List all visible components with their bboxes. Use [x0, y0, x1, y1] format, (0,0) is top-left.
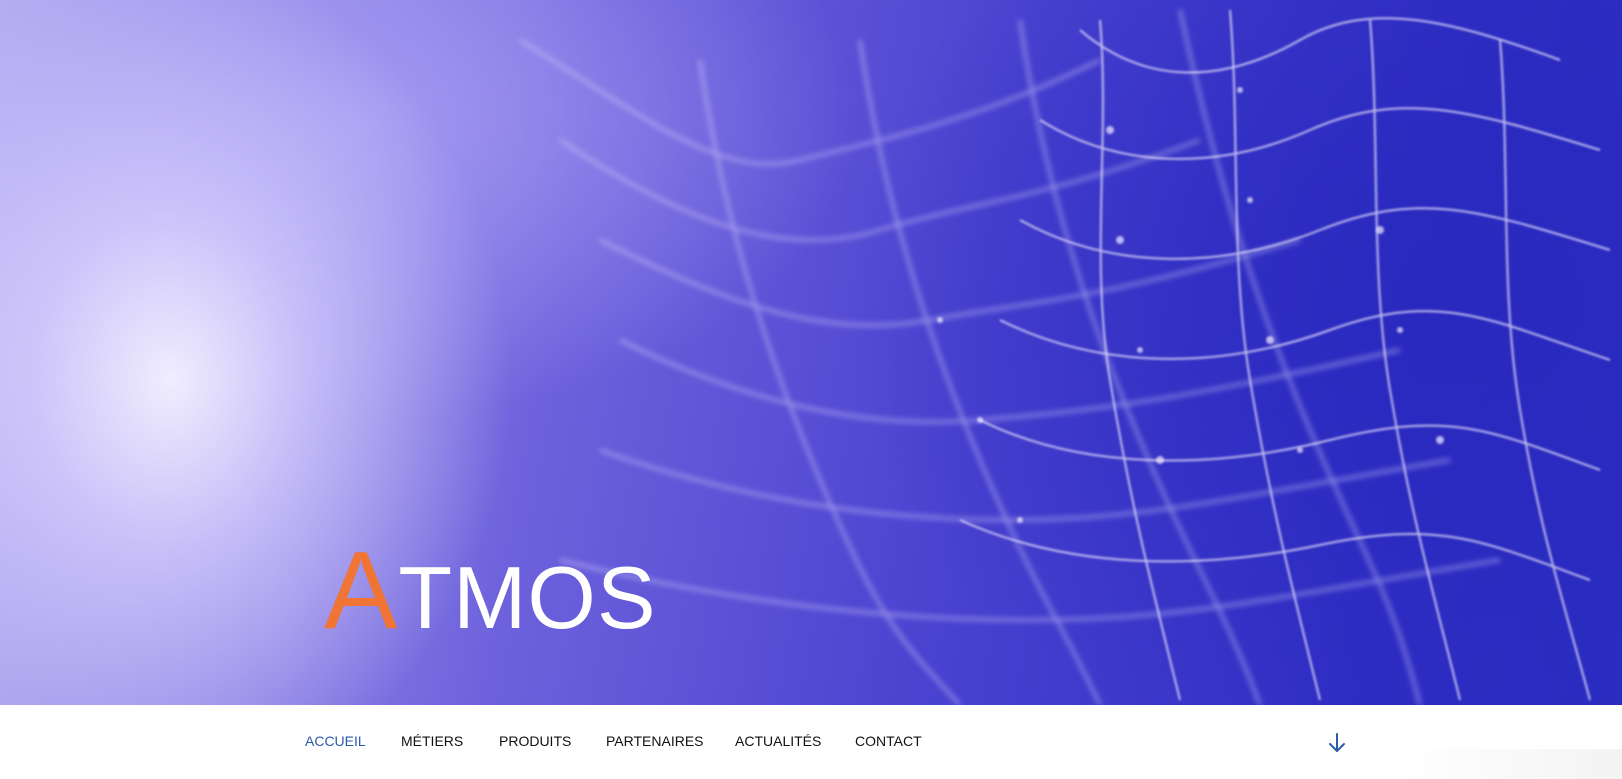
mesh-net-background [519, 9, 1611, 705]
nav-item-partenaires[interactable]: PARTENAIRES [606, 733, 704, 749]
nav-item-produits[interactable]: PRODUITS [499, 733, 571, 749]
logo-initial: A [324, 529, 399, 652]
nav-item-metiers[interactable]: MÉTIERS [401, 733, 463, 749]
nav-item-actualites[interactable]: ACTUALITÉS [735, 733, 821, 749]
nav-item-contact[interactable]: CONTACT [855, 733, 922, 749]
site-logo[interactable]: ATMOS [324, 536, 657, 646]
corner-shadow [1402, 749, 1622, 779]
logo-text: TMOS [398, 548, 657, 647]
arrow-down-icon[interactable] [1325, 731, 1349, 755]
nav-item-accueil[interactable]: ACCUEIL [305, 733, 366, 749]
hero-banner: ATMOS [0, 0, 1622, 705]
main-navigation: ACCUEIL MÉTIERS PRODUITS PARTENAIRES ACT… [0, 705, 1622, 779]
